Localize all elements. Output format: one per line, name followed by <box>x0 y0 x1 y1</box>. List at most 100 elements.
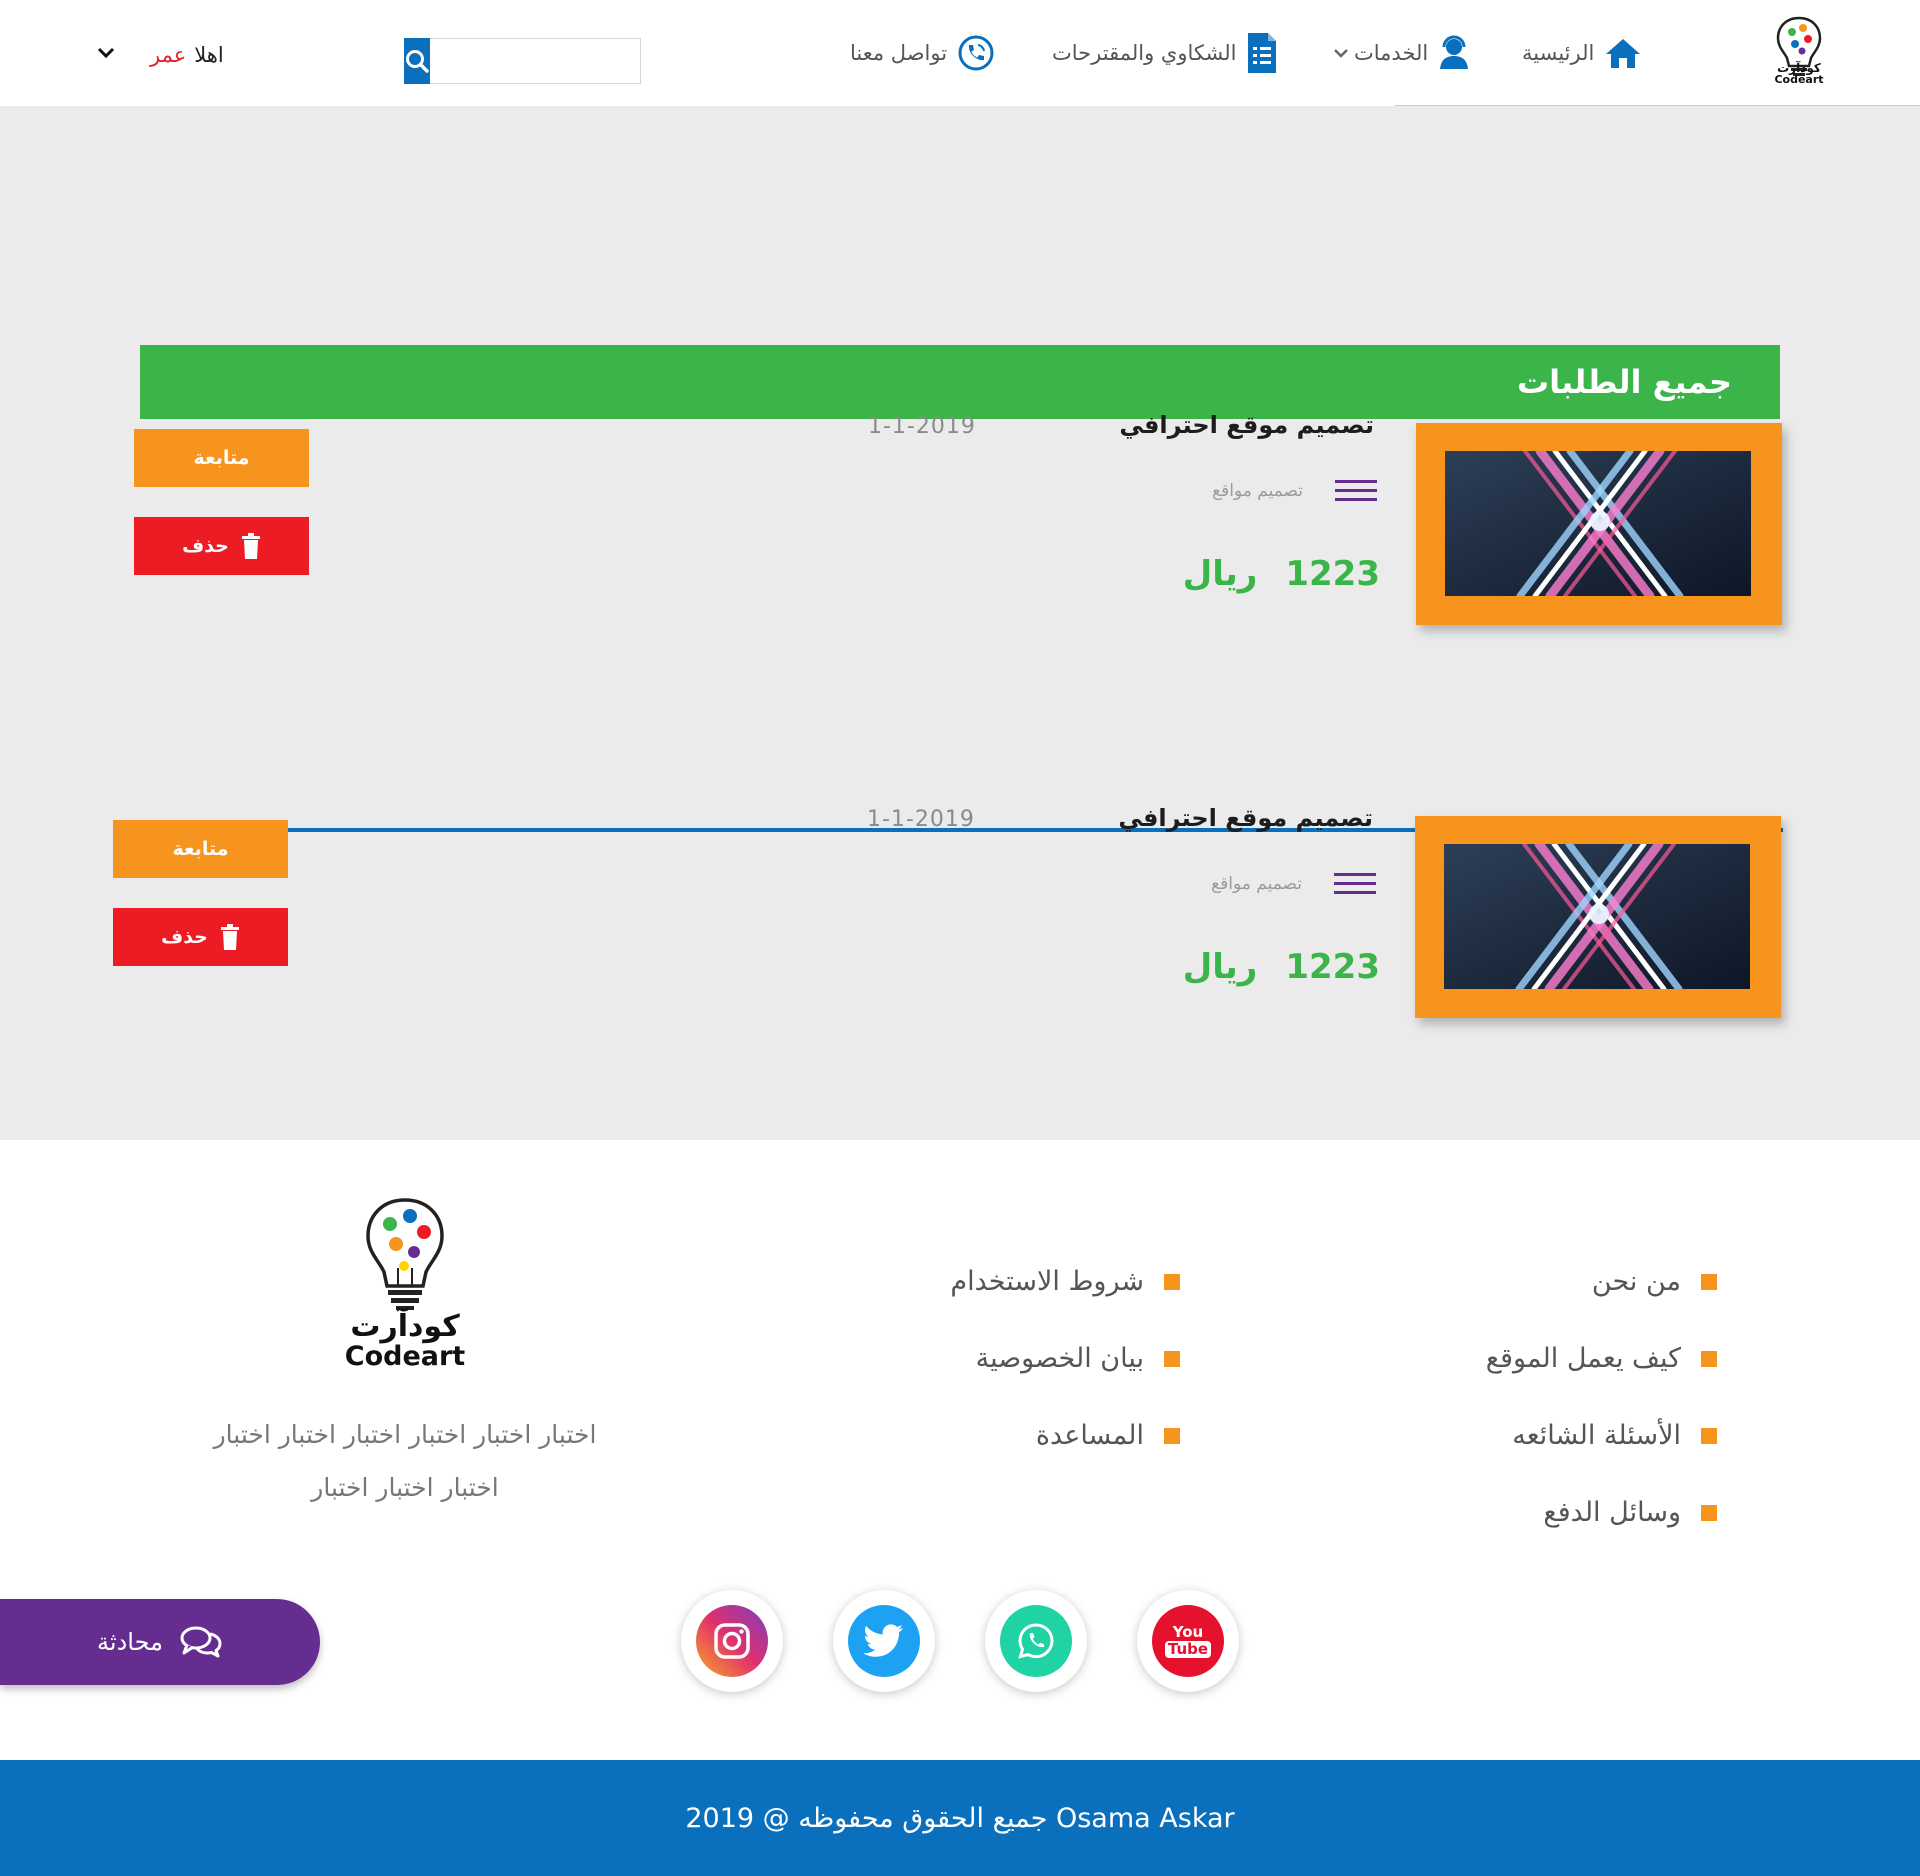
user-greeting[interactable]: اهلا عمر <box>150 38 224 72</box>
bullet-icon <box>1701 1273 1717 1290</box>
order-category-label: تصميم مواقع <box>1212 481 1303 501</box>
order-price-currency: ريال <box>1182 947 1258 987</box>
phone-call-icon <box>958 35 994 71</box>
footer-description: اختبار اختبار اختبار اختبار اختبار اختبا… <box>200 1408 610 1514</box>
order-image <box>1445 451 1751 596</box>
chat-button-label: محادثة <box>97 1628 163 1656</box>
footer-link-label: المساعدة <box>1035 1420 1144 1451</box>
nav-contact[interactable]: تواصل معنا <box>850 30 995 76</box>
site-footer: من نحن كيف يعمل الموقع الأسئلة الشائعه و… <box>0 1140 1920 1760</box>
clipboard-checklist-icon <box>1248 33 1277 73</box>
bullet-icon <box>1701 1427 1717 1444</box>
footer-logo-wordmark: كودآرت Codeart <box>340 1312 470 1372</box>
footer-link-label: وسائل الدفع <box>1543 1497 1681 1528</box>
youtube-button[interactable]: You Tube <box>1137 1590 1239 1692</box>
footer-logo-arabic-text: كودآرت <box>350 1309 460 1344</box>
footer-link-how-it-works[interactable]: كيف يعمل الموقع <box>1486 1343 1717 1374</box>
footer-link-help[interactable]: المساعدة <box>1036 1420 1180 1451</box>
nav-contact-label: تواصل معنا <box>850 41 948 65</box>
bullet-icon <box>1164 1273 1180 1290</box>
logo-wordmark: كودآرت Codeart <box>1768 62 1830 86</box>
order-title[interactable]: تصميم موقع احترافي <box>1119 411 1374 439</box>
menu-lines-icon <box>1335 480 1377 501</box>
page-title-banner: جميع الطلبات <box>140 345 1780 419</box>
chat-bubbles-icon <box>179 1625 223 1659</box>
footer-link-label: بيان الخصوصية <box>975 1343 1144 1374</box>
follow-button[interactable]: متابعة <box>134 429 309 487</box>
footer-description-line: اختبار اختبار اختبار اختبار اختبار اختبا… <box>213 1420 597 1449</box>
page-title: جميع الطلبات <box>1516 363 1732 401</box>
bullet-icon <box>1164 1427 1180 1444</box>
instagram-button[interactable] <box>681 1590 783 1692</box>
user-menu-chevron-icon[interactable] <box>96 46 116 60</box>
nav-services[interactable]: الخدمات <box>1332 30 1470 76</box>
logo-english-text: Codeart <box>1774 73 1824 86</box>
footer-link-faq[interactable]: الأسئلة الشائعه <box>1512 1420 1717 1451</box>
delete-button-label: حذف <box>182 535 229 557</box>
order-thumbnail[interactable] <box>1416 423 1782 625</box>
site-header: كودآرت Codeart الرئيسية الخدمات الشكاوي … <box>0 0 1920 106</box>
delete-button[interactable]: حذف <box>113 908 288 966</box>
greeting-text: اهلا <box>194 43 224 67</box>
footer-link-label: الأسئلة الشائعه <box>1512 1420 1681 1451</box>
follow-button[interactable]: متابعة <box>113 820 288 878</box>
user-name: عمر <box>150 43 187 67</box>
whatsapp-button[interactable] <box>985 1590 1087 1692</box>
order-price-currency: ريال <box>1182 554 1258 594</box>
order-price-value: 1223 <box>1285 947 1380 987</box>
bullet-icon <box>1701 1350 1717 1367</box>
footer-logo: كودآرت Codeart <box>340 1194 470 1374</box>
delete-button-label: حذف <box>161 926 208 948</box>
footer-logo-english-text: Codeart <box>344 1341 466 1372</box>
copyright-bar: جميع الحقوق محفوظه @ 2019 Osama Askar <box>0 1760 1920 1876</box>
nav-home-label: الرئيسية <box>1522 41 1595 65</box>
twitter-button[interactable] <box>833 1590 935 1692</box>
youtube-text-top: You <box>1172 1623 1204 1641</box>
site-logo[interactable]: كودآرت Codeart <box>1768 14 1830 92</box>
footer-link-label: من نحن <box>1591 1266 1681 1297</box>
order-date: 1-1-2019 <box>867 807 975 832</box>
whatsapp-icon <box>1000 1605 1072 1677</box>
trash-icon <box>241 533 261 559</box>
chevron-down-icon <box>1334 49 1348 58</box>
search-bar <box>404 38 641 84</box>
chat-button[interactable]: محادثة <box>0 1599 320 1685</box>
delete-button[interactable]: حذف <box>134 517 309 575</box>
order-price-value: 1223 <box>1285 554 1380 594</box>
nav-home[interactable]: الرئيسية <box>1522 30 1642 76</box>
order-category: تصميم مواقع <box>1212 478 1377 504</box>
bullet-icon <box>1701 1504 1717 1521</box>
order-category: تصميم مواقع <box>1211 871 1376 897</box>
footer-link-label: كيف يعمل الموقع <box>1485 1343 1681 1374</box>
instagram-icon <box>696 1605 768 1677</box>
trash-icon <box>220 924 240 950</box>
nav-complaints-label: الشكاوي والمقترحات <box>1052 41 1237 65</box>
order-thumbnail[interactable] <box>1415 816 1781 1018</box>
footer-link-payment[interactable]: وسائل الدفع <box>1543 1497 1717 1528</box>
support-agent-icon <box>1440 35 1469 69</box>
menu-lines-icon <box>1334 873 1376 894</box>
nav-services-label: الخدمات <box>1354 41 1429 65</box>
search-input[interactable] <box>430 38 641 84</box>
youtube-text-bottom: Tube <box>1164 1641 1212 1658</box>
orders-section: جميع الطلبات تصميم موقع احترافي 1-1-2019… <box>0 106 1920 1140</box>
order-price: 1223 ريال <box>1183 947 1380 987</box>
search-icon <box>406 50 429 73</box>
order-image <box>1444 844 1750 989</box>
copyright-text: جميع الحقوق محفوظه @ 2019 Osama Askar <box>685 1802 1235 1834</box>
youtube-icon: You Tube <box>1152 1605 1224 1677</box>
order-date: 1-1-2019 <box>868 414 976 439</box>
search-button[interactable] <box>404 38 430 84</box>
home-icon <box>1606 39 1641 68</box>
footer-link-privacy[interactable]: بيان الخصوصية <box>976 1343 1180 1374</box>
footer-description-line: اختبار اختبار اختبار <box>311 1473 499 1502</box>
twitter-icon <box>848 1605 920 1677</box>
order-category-label: تصميم مواقع <box>1211 874 1302 894</box>
order-title[interactable]: تصميم موقع احترافي <box>1118 804 1373 832</box>
footer-link-label: شروط الاستخدام <box>950 1266 1144 1297</box>
footer-link-about[interactable]: من نحن <box>1592 1266 1717 1297</box>
order-price: 1223 ريال <box>1183 554 1380 594</box>
footer-link-terms[interactable]: شروط الاستخدام <box>950 1266 1180 1297</box>
nav-complaints[interactable]: الشكاوي والمقترحات <box>1052 30 1278 76</box>
bullet-icon <box>1164 1350 1180 1367</box>
